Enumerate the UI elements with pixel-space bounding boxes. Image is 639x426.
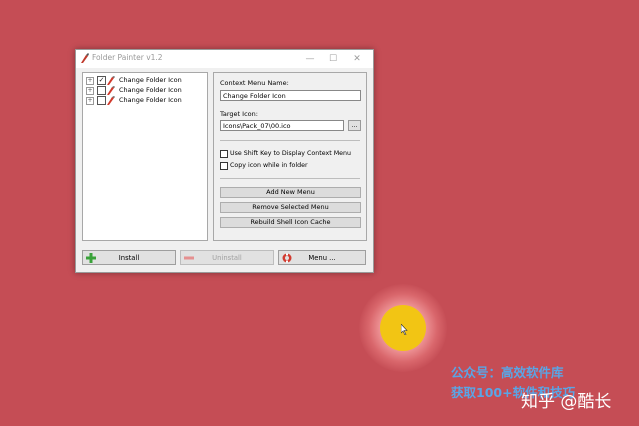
- checkbox-box[interactable]: [220, 150, 228, 158]
- add-new-menu-button[interactable]: Add New Menu: [220, 187, 361, 198]
- title-bar[interactable]: Folder Painter v1.2 — ☐ ✕: [76, 50, 373, 68]
- install-label: Install: [118, 254, 140, 262]
- paintbrush-icon: [107, 96, 115, 105]
- shift-key-option-label: Use Shift Key to Display Context Menu: [230, 150, 351, 157]
- browse-button[interactable]: ...: [348, 120, 361, 131]
- remove-selected-menu-button[interactable]: Remove Selected Menu: [220, 202, 361, 213]
- tree-item-checkbox[interactable]: [97, 96, 106, 105]
- settings-panel: Context Menu Name: Change Folder Icon Ta…: [213, 72, 367, 241]
- zhihu-credit: 知乎 @酷长: [521, 392, 612, 412]
- menu-button[interactable]: Menu ...: [278, 250, 366, 265]
- rebuild-icon-cache-button[interactable]: Rebuild Shell Icon Cache: [220, 217, 361, 228]
- expand-icon[interactable]: +: [86, 87, 94, 95]
- uninstall-label: Uninstall: [212, 254, 242, 262]
- menu-name-label: Context Menu Name:: [220, 79, 289, 87]
- maximize-button[interactable]: ☐: [322, 52, 344, 66]
- paintbrush-icon: [81, 53, 89, 63]
- target-icon-input[interactable]: Icons\Pack_07\00.ico: [220, 120, 344, 131]
- minimize-button[interactable]: —: [299, 52, 321, 66]
- paintbrush-icon: [107, 76, 115, 85]
- window-title: Folder Painter v1.2: [92, 53, 163, 62]
- menu-label: Menu ...: [308, 254, 336, 262]
- menu-tree[interactable]: + ✓ Change Folder Icon + Change Folder I…: [82, 72, 208, 241]
- expand-icon[interactable]: +: [86, 77, 94, 85]
- tree-item-checkbox[interactable]: ✓: [97, 76, 106, 85]
- tree-item-label: Change Folder Icon: [119, 86, 182, 94]
- folder-painter-window: Folder Painter v1.2 — ☐ ✕ + ✓ Change Fol…: [75, 49, 374, 273]
- uninstall-button[interactable]: Uninstall: [180, 250, 274, 265]
- paintbrush-icon: [107, 86, 115, 95]
- mouse-pointer-icon: [401, 324, 408, 335]
- menu-name-input[interactable]: Change Folder Icon: [220, 90, 361, 101]
- copy-icon-option-label: Copy icon while in folder: [230, 162, 308, 169]
- divider: [220, 140, 360, 141]
- expand-icon[interactable]: +: [86, 97, 94, 105]
- tree-item-label: Change Folder Icon: [119, 76, 182, 84]
- divider: [220, 178, 360, 179]
- tree-item-checkbox[interactable]: [97, 86, 106, 95]
- watermark-line-1: 公众号：高效软件库: [451, 365, 564, 380]
- tree-item-label: Change Folder Icon: [119, 96, 182, 104]
- target-icon-label: Target Icon:: [220, 110, 258, 118]
- close-button[interactable]: ✕: [346, 52, 368, 66]
- install-button[interactable]: Install: [82, 250, 176, 265]
- checkbox-box[interactable]: [220, 162, 228, 170]
